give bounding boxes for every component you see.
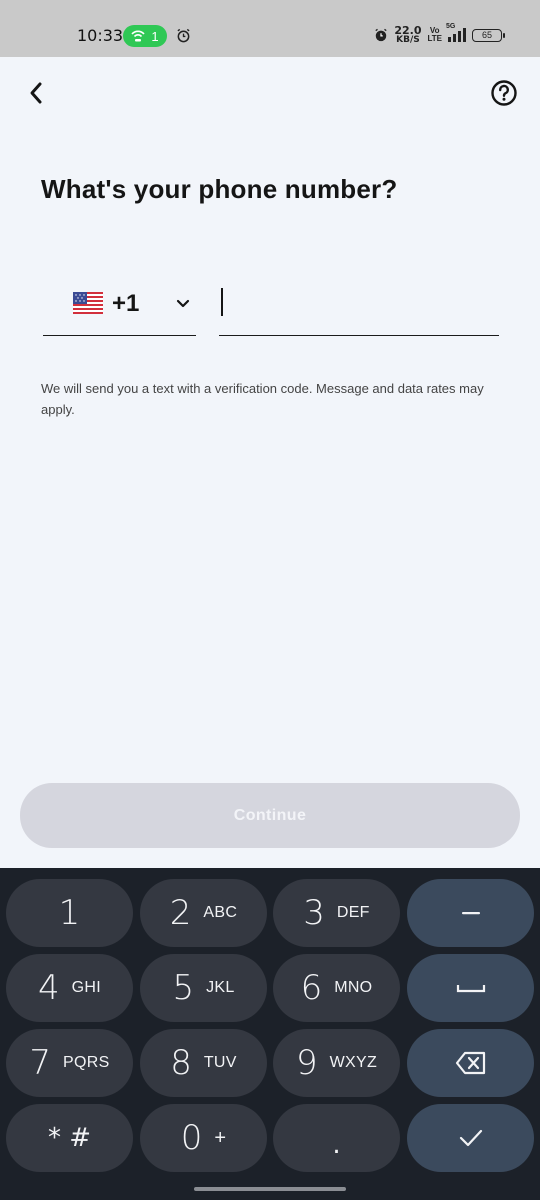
key-letters: WXYZ bbox=[329, 1054, 378, 1071]
status-icons: 22.0 KB/S Vo LTE 5G 65 bbox=[374, 23, 505, 45]
key-digit: 5 bbox=[172, 968, 195, 1008]
done-key[interactable] bbox=[407, 1104, 534, 1172]
key-8[interactable]: 8 TUV bbox=[140, 1029, 267, 1097]
status-bar: 10:33 1 22.0 KB/S Vo LTE 5G 65 bbox=[0, 0, 540, 57]
network-type-label: 5G bbox=[446, 23, 456, 30]
question-circle-icon bbox=[491, 80, 517, 106]
alarm-icon bbox=[177, 28, 190, 43]
continue-button[interactable]: Continue bbox=[20, 783, 520, 848]
space-icon bbox=[456, 985, 485, 993]
key-0[interactable]: 0 + bbox=[140, 1104, 267, 1172]
hotspot-icon bbox=[131, 30, 145, 42]
key-digit: 3 bbox=[303, 893, 325, 933]
network-speed: 22.0 KB/S bbox=[394, 25, 421, 45]
key-2[interactable]: 2 ABC bbox=[140, 879, 267, 947]
help-button[interactable] bbox=[490, 79, 518, 107]
key-letters: TUV bbox=[203, 1054, 237, 1071]
key-3[interactable]: 3 DEF bbox=[273, 879, 400, 947]
key-5[interactable]: 5 JKL bbox=[140, 954, 267, 1022]
hotspot-count: 1 bbox=[151, 28, 159, 44]
dial-code: +1 bbox=[112, 290, 140, 317]
verification-notice: We will send you a text with a verificat… bbox=[41, 381, 484, 417]
key-digit: 0 bbox=[180, 1118, 203, 1158]
key-9[interactable]: 9 WXYZ bbox=[273, 1029, 400, 1097]
key-symbols: . bbox=[332, 1130, 341, 1160]
key-digit: 2 bbox=[169, 893, 192, 933]
key-6[interactable]: 6 MNO bbox=[273, 954, 400, 1022]
home-indicator[interactable] bbox=[194, 1187, 346, 1191]
page-title: What's your phone number? bbox=[41, 174, 398, 204]
key-7[interactable]: 7 PQRS bbox=[6, 1029, 133, 1097]
key-letters: DEF bbox=[336, 904, 370, 921]
lte-label: LTE bbox=[427, 34, 442, 43]
key-letters: ABC bbox=[203, 904, 238, 921]
key-letters: PQRS bbox=[63, 1054, 110, 1071]
key-letters: + bbox=[214, 1126, 227, 1149]
key-symbols: * # bbox=[47, 1123, 92, 1153]
chevron-left-icon bbox=[30, 82, 42, 104]
key-digit: 6 bbox=[300, 968, 323, 1008]
minus-key[interactable] bbox=[407, 879, 534, 947]
battery-icon: 65 bbox=[472, 28, 505, 42]
minus-icon bbox=[461, 912, 480, 915]
us-flag-icon bbox=[73, 292, 103, 314]
backspace-icon bbox=[455, 1051, 485, 1075]
key-digit: 7 bbox=[29, 1043, 52, 1083]
key-digit: 1 bbox=[58, 893, 81, 933]
status-time: 10:33 bbox=[77, 26, 124, 45]
key-letters: JKL bbox=[206, 979, 235, 996]
key-letters: GHI bbox=[71, 979, 101, 996]
back-button[interactable] bbox=[22, 78, 50, 108]
signal-strength-icon: 5G bbox=[446, 23, 466, 42]
battery-level: 65 bbox=[481, 30, 492, 40]
country-code-picker[interactable]: +1 bbox=[43, 274, 196, 336]
checkmark-icon bbox=[459, 1129, 482, 1147]
network-speed-unit: KB/S bbox=[396, 35, 420, 45]
alarm-icon bbox=[375, 28, 387, 42]
key-4[interactable]: 4 GHI bbox=[6, 954, 133, 1022]
key-digit: 8 bbox=[170, 1043, 192, 1083]
volte-indicator: Vo LTE bbox=[427, 27, 442, 43]
backspace-key[interactable] bbox=[407, 1029, 534, 1097]
hotspot-indicator: 1 bbox=[123, 25, 167, 47]
key-digit: 4 bbox=[38, 968, 60, 1008]
text-cursor bbox=[221, 288, 223, 316]
key-star-hash[interactable]: * # bbox=[6, 1104, 133, 1172]
phone-number-input[interactable] bbox=[219, 274, 499, 336]
key-letters: MNO bbox=[334, 979, 373, 996]
space-key[interactable] bbox=[407, 954, 534, 1022]
key-period[interactable]: . bbox=[273, 1104, 400, 1172]
chevron-down-icon bbox=[176, 299, 190, 308]
key-1[interactable]: 1 bbox=[6, 879, 133, 947]
key-digit: 9 bbox=[295, 1043, 318, 1083]
